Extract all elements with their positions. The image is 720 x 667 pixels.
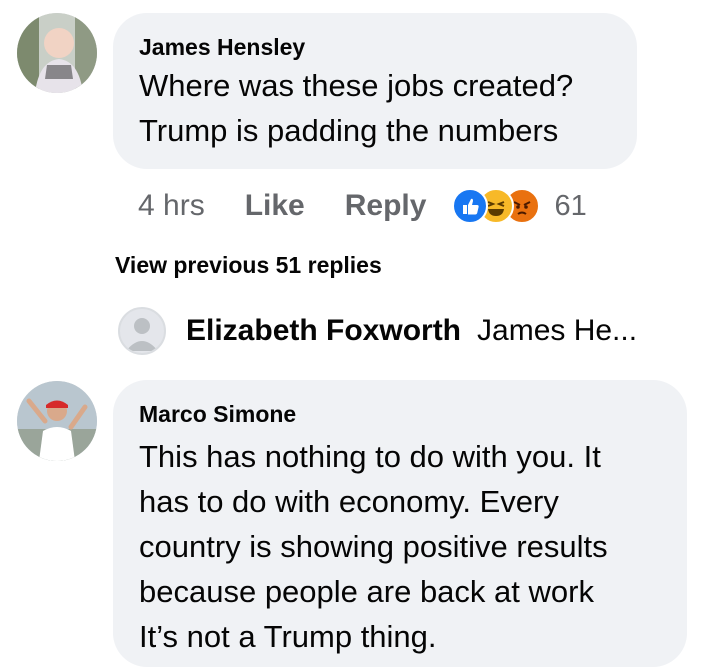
comment-author[interactable]: Marco Simone	[139, 400, 687, 428]
reaction-count: 61	[554, 189, 587, 222]
like-button[interactable]: Like	[245, 189, 305, 223]
comment-author[interactable]: James Hensley	[139, 33, 637, 61]
comment-bubble-marco: Marco Simone This has nothing to do with…	[113, 380, 687, 667]
comment-text: Where was these jobs created? Trump is p…	[139, 68, 574, 148]
default-avatar-icon	[118, 307, 166, 355]
comment-thread: James Hensley Where was these jobs creat…	[0, 0, 720, 667]
marco-simone-avatar[interactable]	[17, 381, 97, 461]
avatar-photo	[17, 13, 97, 93]
james-hensley-avatar[interactable]	[17, 13, 97, 93]
reply-author[interactable]: Elizabeth Foxworth	[186, 314, 461, 348]
like-reaction-icon	[452, 188, 489, 224]
reply-preview[interactable]: Elizabeth Foxworth James He...	[118, 305, 637, 357]
reactions-summary[interactable]: 61	[452, 188, 587, 224]
view-previous-replies-link[interactable]: View previous 51 replies	[115, 252, 382, 279]
comment-text: This has nothing to do with you. It has …	[139, 439, 608, 654]
reply-button[interactable]: Reply	[345, 189, 427, 223]
avatar-photo	[17, 381, 97, 461]
comment-actions: 4 hrs Like Reply 61	[138, 182, 587, 230]
reply-snippet: James He...	[477, 314, 638, 347]
comment-bubble-james: James Hensley Where was these jobs creat…	[113, 13, 637, 169]
comment-timestamp[interactable]: 4 hrs	[138, 189, 205, 223]
